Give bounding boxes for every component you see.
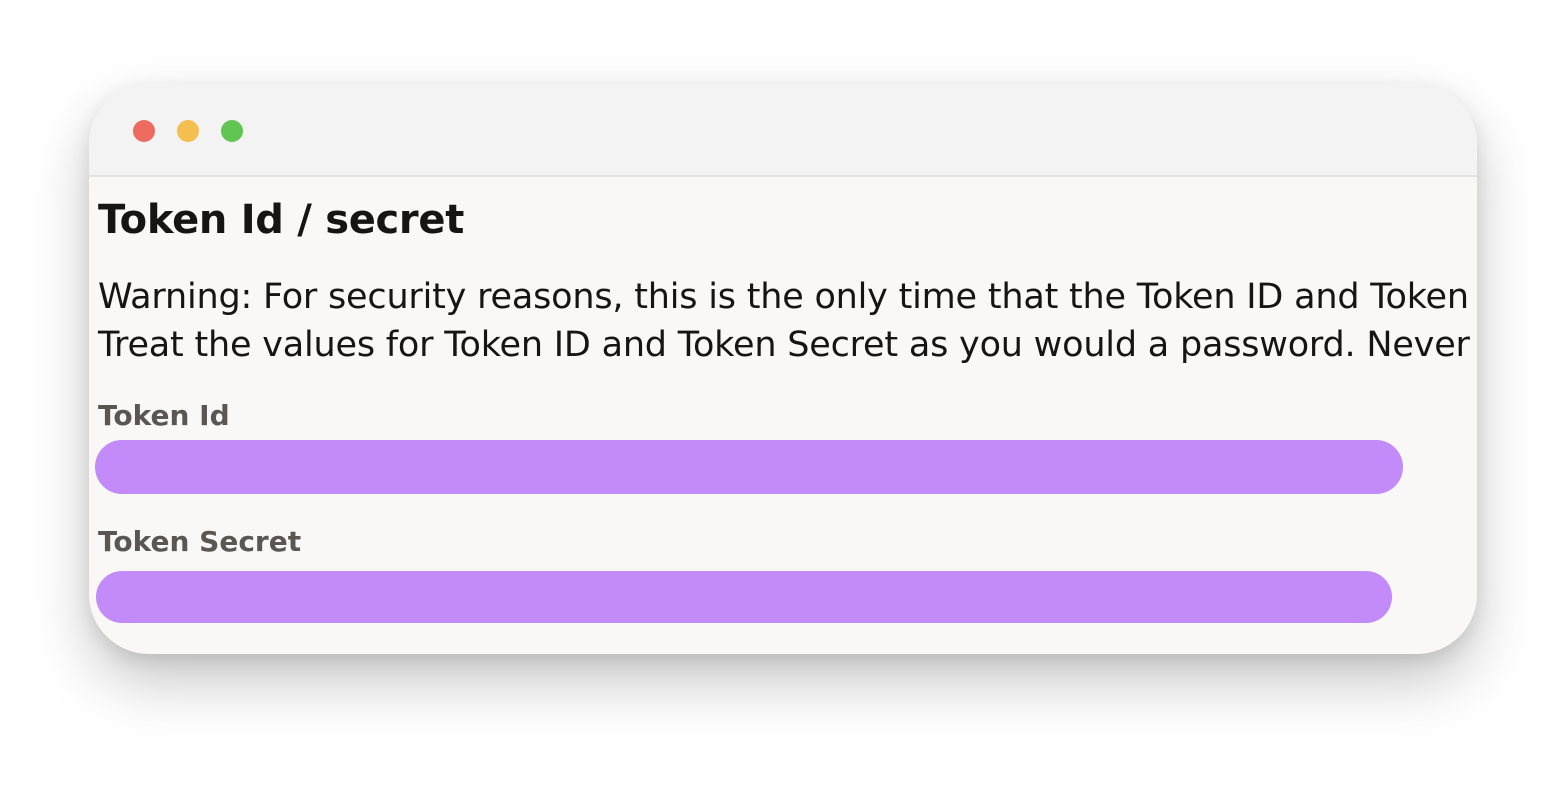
token-secret-value-redacted[interactable] bbox=[96, 571, 1392, 623]
app-window: Token Id / secret Warning: For security … bbox=[89, 84, 1477, 654]
window-titlebar bbox=[89, 84, 1477, 177]
warning-line-2: Treat the values for Token ID and Token … bbox=[98, 325, 1470, 365]
token-id-label: Token Id bbox=[98, 399, 230, 432]
warning-line-1: Warning: For security reasons, this is t… bbox=[98, 277, 1469, 317]
close-window-button[interactable] bbox=[133, 120, 155, 142]
token-id-value-redacted[interactable] bbox=[95, 440, 1403, 494]
token-panel: Token Id / secret Warning: For security … bbox=[89, 177, 1477, 654]
screenshot-stage: Token Id / secret Warning: For security … bbox=[0, 0, 1566, 793]
page-title: Token Id / secret bbox=[98, 197, 465, 243]
security-warning: Warning: For security reasons, this is t… bbox=[98, 273, 1470, 369]
token-secret-label: Token Secret bbox=[98, 525, 302, 558]
maximize-window-button[interactable] bbox=[221, 120, 243, 142]
minimize-window-button[interactable] bbox=[177, 120, 199, 142]
